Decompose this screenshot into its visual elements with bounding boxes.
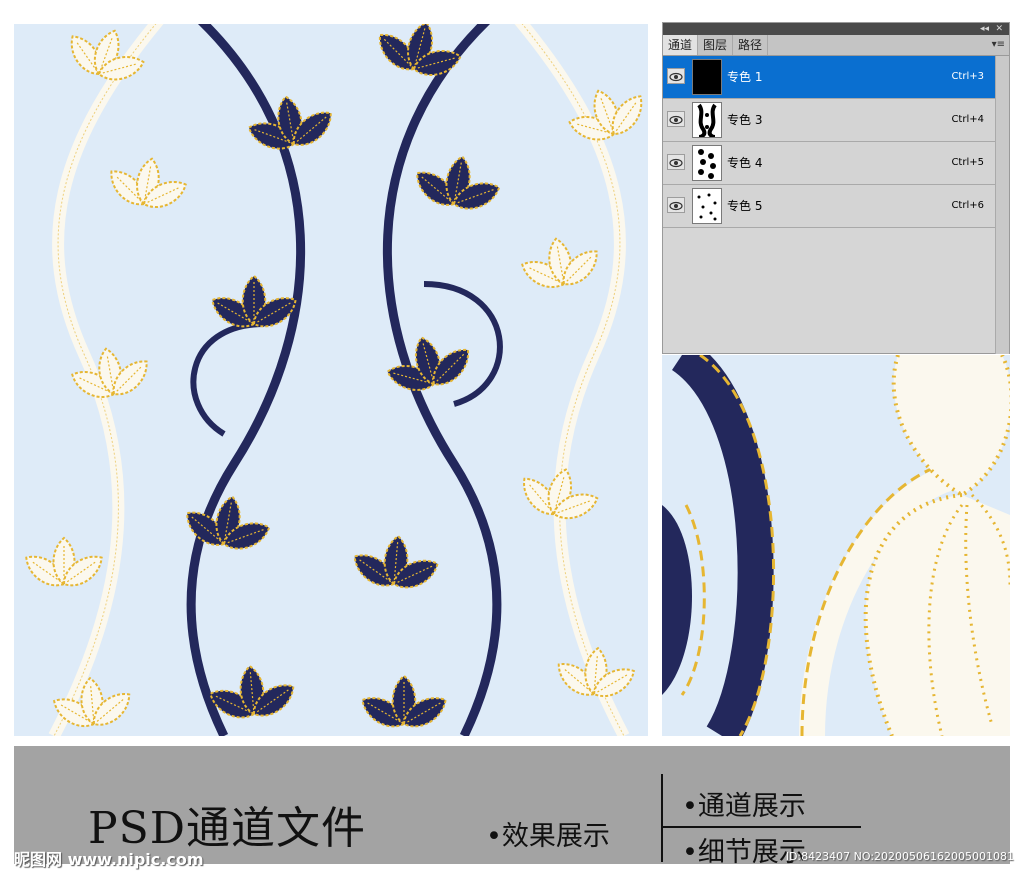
watermark-id: ID:8423407 NO:20200506162005001081	[785, 850, 1014, 863]
watermark-site: 昵图网 www.nipic.com	[14, 850, 204, 869]
tab-layers[interactable]: 图层	[698, 35, 734, 55]
banner-divider-horizontal	[661, 826, 861, 828]
channel-row-spot-4[interactable]: 专色 4 Ctrl+5	[663, 142, 996, 185]
channel-shortcut: Ctrl+5	[951, 157, 984, 168]
panel-menu-icon[interactable]: ▾≡	[992, 35, 1005, 55]
panel-tab-bar: 通道 图层 路径 ▾≡	[663, 35, 1009, 56]
banner-item-effect: •效果展示	[486, 821, 610, 852]
channel-thumbnail	[692, 102, 722, 138]
visibility-eye-icon[interactable]	[667, 154, 685, 170]
banner-item-channels: •通道展示	[682, 791, 806, 822]
detail-artwork	[662, 355, 1010, 736]
channel-thumbnail	[692, 188, 722, 224]
visibility-eye-icon[interactable]	[667, 111, 685, 127]
channel-row-spot-5[interactable]: 专色 5 Ctrl+6	[663, 185, 996, 228]
channel-shortcut: Ctrl+4	[951, 114, 984, 125]
close-icon[interactable]: ✕	[995, 23, 1003, 35]
channel-shortcut: Ctrl+6	[951, 200, 984, 211]
channel-row-spot-3[interactable]: 专色 3 Ctrl+4	[663, 99, 996, 142]
channel-thumbnail	[692, 145, 722, 181]
banner-divider-vertical	[661, 774, 663, 862]
visibility-eye-icon[interactable]	[667, 197, 685, 213]
visibility-eye-icon[interactable]	[667, 68, 685, 84]
detail-zoom-view	[662, 355, 1010, 736]
channel-name: 专色 4	[727, 156, 763, 170]
tab-paths[interactable]: 路径	[733, 35, 769, 55]
panel-titlebar: ◂◂ ✕	[663, 23, 1009, 35]
collapse-icon[interactable]: ◂◂	[980, 23, 989, 35]
channel-name: 专色 5	[727, 199, 763, 213]
channel-shortcut: Ctrl+3	[951, 71, 984, 82]
channels-panel: ◂◂ ✕ 通道 图层 路径 ▾≡ 专色 1 Ctrl+3 专色 3 Ctrl+4…	[662, 22, 1010, 354]
channel-thumbnail	[692, 59, 722, 95]
pattern-artwork	[14, 24, 648, 736]
pattern-preview	[14, 24, 648, 736]
channel-name: 专色 1	[727, 70, 763, 84]
tab-channels[interactable]: 通道	[663, 35, 699, 55]
panel-scrollbar[interactable]	[995, 56, 1009, 354]
channel-row-spot-1[interactable]: 专色 1 Ctrl+3	[663, 56, 996, 99]
channel-name: 专色 3	[727, 113, 763, 127]
